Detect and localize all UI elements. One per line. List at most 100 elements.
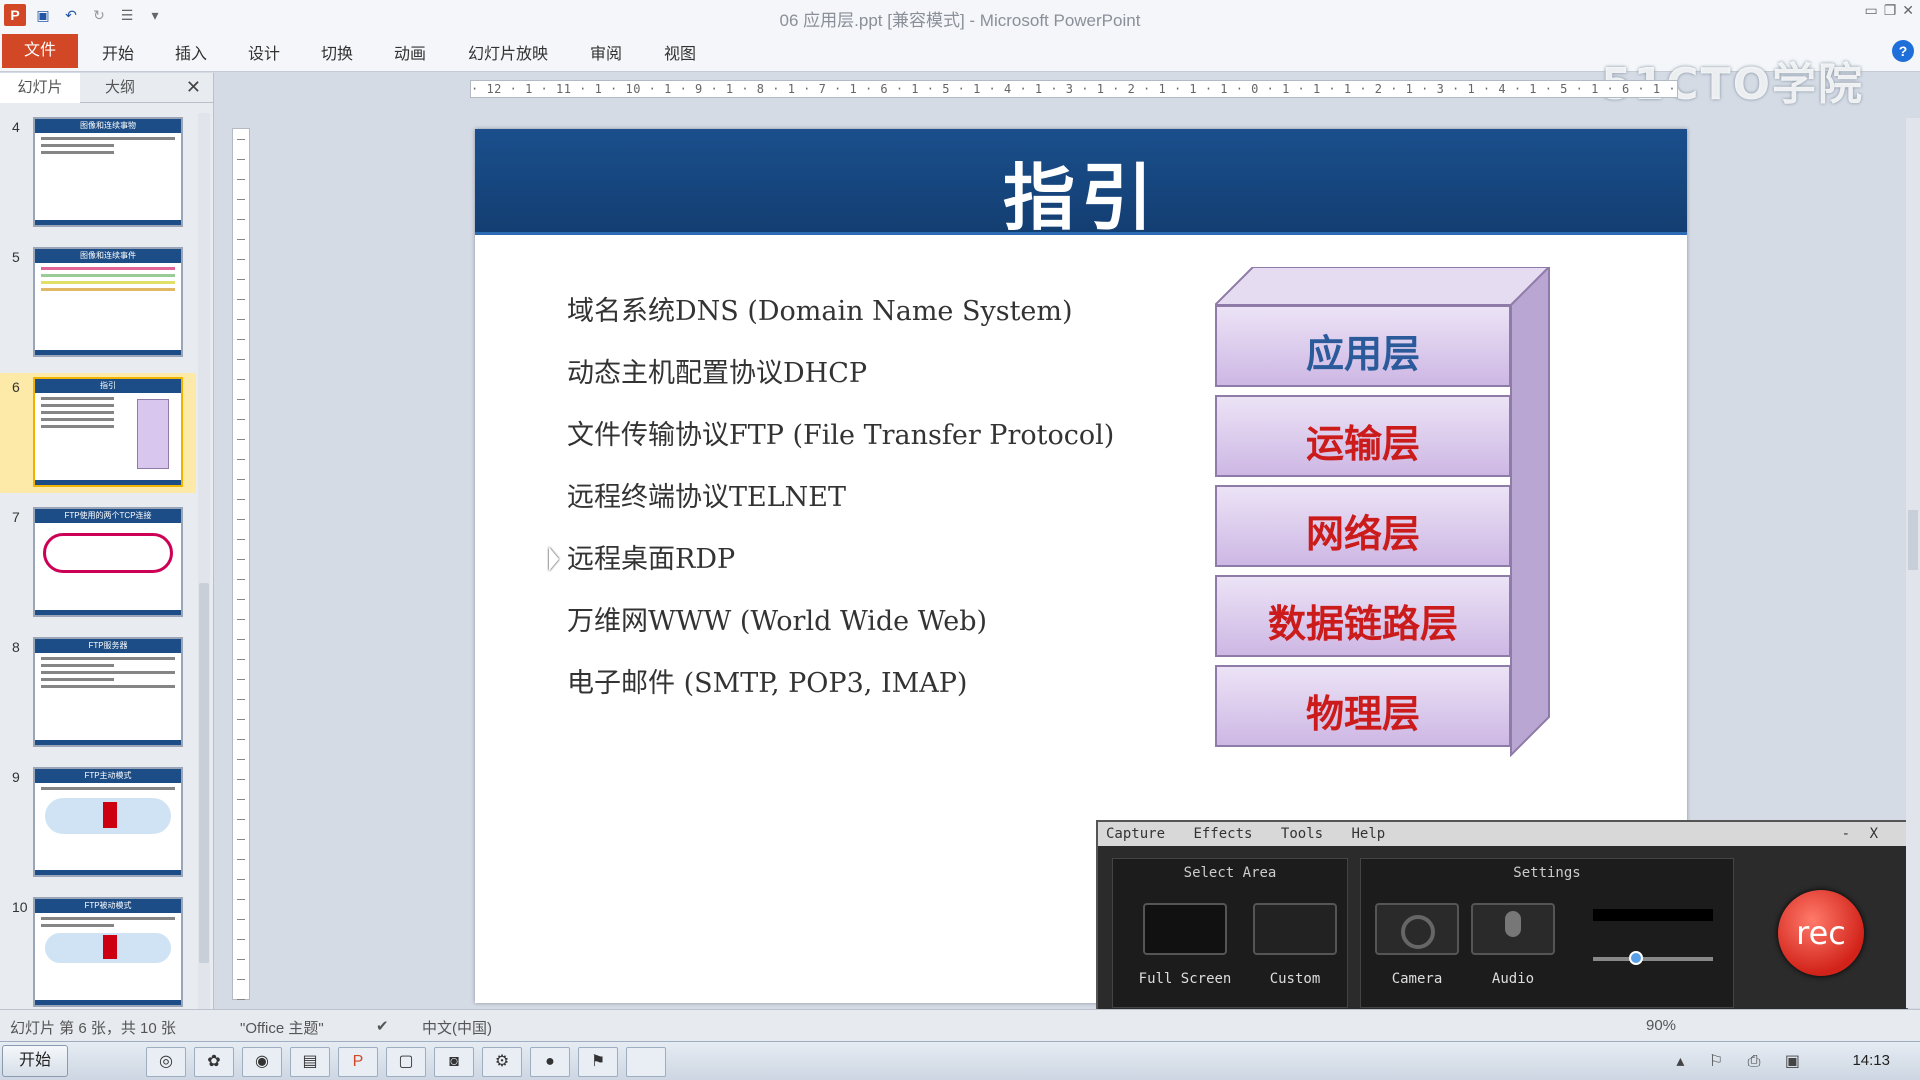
- tab-insert[interactable]: 插入: [175, 40, 207, 64]
- close-icon[interactable]: ✕: [1902, 2, 1914, 19]
- ribbon-tabs: 文件 开始 插入 设计 切换 动画 幻灯片放映 审阅 视图 51CTO学院 ?: [0, 32, 1920, 110]
- slide-number: 10: [12, 899, 28, 915]
- screen-recorder-widget: Capture Effects Tools Help - X Select Ar…: [1096, 820, 1908, 1016]
- app-icon[interactable]: ✿: [194, 1047, 234, 1077]
- slide-counter: 幻灯片 第 6 张，共 10 张: [10, 1020, 176, 1037]
- close-pane-icon[interactable]: ✕: [186, 77, 201, 98]
- slide-number: 9: [12, 769, 20, 785]
- tab-file[interactable]: 文件: [2, 34, 78, 68]
- thumbnail-title: FTP被动模式: [35, 899, 181, 913]
- recorder-taskbar-icon[interactable]: ●: [530, 1047, 570, 1077]
- slide-thumbnail-6[interactable]: 6 指引: [0, 373, 196, 493]
- restore-icon[interactable]: ❐: [1884, 2, 1897, 19]
- title-bar: P ▣ ↶ ↻ ☰ ▾ 06 应用层.ppt [兼容模式] - Microsof…: [0, 0, 1920, 32]
- full-screen-label: Full Screen: [1138, 971, 1232, 987]
- tab-outline[interactable]: 大纲: [80, 73, 160, 103]
- clock: 14:13: [1852, 1052, 1890, 1069]
- custom-label: Custom: [1269, 971, 1321, 987]
- list-item: 远程终端协议TELNET: [567, 482, 846, 513]
- slide-thumbnail-image: FTP主动模式: [33, 767, 183, 877]
- audio-button[interactable]: [1471, 903, 1555, 955]
- tab-animations[interactable]: 动画: [394, 40, 426, 64]
- folder-icon[interactable]: ▤: [290, 1047, 330, 1077]
- slide-thumbnail-image: 图像和连续事件: [33, 247, 183, 357]
- ruler-tick: [237, 759, 245, 760]
- ie-icon[interactable]: ◎: [146, 1047, 186, 1077]
- thumbnail-scrollbar[interactable]: [198, 113, 210, 1009]
- ruler-tick: [237, 799, 245, 800]
- recorder-minimize-icon[interactable]: -: [1842, 822, 1850, 846]
- record-button[interactable]: rec: [1778, 890, 1864, 976]
- tab-review[interactable]: 审阅: [590, 40, 622, 64]
- blank-task-icon[interactable]: [626, 1047, 666, 1077]
- menu-tools[interactable]: Tools: [1281, 826, 1323, 842]
- help-icon[interactable]: ?: [1892, 40, 1914, 62]
- zoom-level[interactable]: 90%: [1646, 1017, 1676, 1034]
- slide-thumbnail-7[interactable]: 7 FTP使用的两个TCP连接: [0, 503, 196, 623]
- layer-label: 网络层: [1305, 512, 1420, 556]
- ruler-tick: [237, 659, 245, 660]
- slide-thumbnail-image: FTP使用的两个TCP连接: [33, 507, 183, 617]
- ruler-tick: [237, 379, 245, 380]
- ruler-tick: [237, 839, 245, 840]
- full-screen-button[interactable]: [1143, 903, 1227, 955]
- media-icon[interactable]: ◙: [434, 1047, 474, 1077]
- network-tool-icon[interactable]: ⚙: [482, 1047, 522, 1077]
- minimize-icon[interactable]: ▭: [1864, 2, 1877, 19]
- slide-thumbnail-8[interactable]: 8 FTP服务器: [0, 633, 196, 753]
- start-button[interactable]: 开始: [2, 1045, 68, 1077]
- camera-label: Camera: [1391, 971, 1443, 987]
- tool-icon[interactable]: ⚑: [578, 1047, 618, 1077]
- slide-scrollbar[interactable]: [1906, 118, 1920, 1008]
- mouse-cursor-icon: [549, 547, 559, 571]
- powerpoint-taskbar-icon[interactable]: P: [338, 1047, 378, 1077]
- tab-design[interactable]: 设计: [248, 40, 280, 64]
- tab-transitions[interactable]: 切换: [321, 40, 353, 64]
- tab-home[interactable]: 开始: [102, 40, 134, 64]
- slide-thumbnail-4[interactable]: 4 图像和连续事物: [0, 113, 196, 233]
- layer-label: 物理层: [1305, 692, 1420, 736]
- thumbnail-title: FTP使用的两个TCP连接: [35, 509, 181, 523]
- ruler-tick: [237, 499, 245, 500]
- ruler-tick: [237, 859, 245, 860]
- tab-view[interactable]: 视图: [664, 40, 696, 64]
- layer-application: 应用层: [1215, 305, 1511, 387]
- slide-thumbnail-5[interactable]: 5 图像和连续事件: [0, 243, 196, 363]
- status-bar: 幻灯片 第 6 张，共 10 张 "Office 主题" ✔ 中文(中国) 90…: [0, 1009, 1920, 1041]
- custom-area-button[interactable]: [1253, 903, 1337, 955]
- language-indicator[interactable]: 中文(中国): [422, 1017, 492, 1038]
- window-icon[interactable]: ▢: [386, 1047, 426, 1077]
- slide-number: 6: [12, 379, 20, 395]
- ruler-tick: [237, 179, 245, 180]
- select-area-title: Select Area: [1183, 865, 1277, 881]
- layer-label: 应用层: [1305, 332, 1420, 376]
- volume-slider-knob[interactable]: [1629, 951, 1643, 965]
- spellcheck-icon[interactable]: ✔: [376, 1017, 389, 1035]
- tab-slideshow[interactable]: 幻灯片放映: [468, 40, 548, 64]
- system-tray[interactable]: ▴ ⚐ ⎙ ▣: [1676, 1051, 1810, 1071]
- protocol-list[interactable]: 域名系统DNS (Domain Name System) 动态主机配置协议DHC…: [567, 289, 1114, 723]
- slide-thumbnail-9[interactable]: 9 FTP主动模式: [0, 763, 196, 883]
- recorder-close-icon[interactable]: X: [1870, 822, 1878, 846]
- menu-capture[interactable]: Capture: [1106, 826, 1165, 842]
- slide-title[interactable]: 指引: [475, 139, 1687, 244]
- camera-button[interactable]: [1375, 903, 1459, 955]
- list-item: 域名系统DNS (Domain Name System): [567, 296, 1073, 327]
- chrome-icon[interactable]: ◉: [242, 1047, 282, 1077]
- volume-slider[interactable]: [1593, 951, 1713, 965]
- ruler-tick: [237, 219, 245, 220]
- tab-slides[interactable]: 幻灯片: [0, 72, 80, 103]
- slide-thumbnail-10[interactable]: 10 FTP被动模式: [0, 893, 196, 1013]
- ruler-tick: [237, 159, 245, 160]
- network-layer-stack[interactable]: 应用层 运输层 网络层 数据链路层 物理层: [1215, 267, 1565, 757]
- menu-help[interactable]: Help: [1352, 826, 1386, 842]
- ruler-tick: [237, 299, 245, 300]
- layer-transport: 运输层: [1215, 395, 1511, 477]
- ruler-tick: [237, 199, 245, 200]
- ruler-tick: [237, 459, 245, 460]
- menu-effects[interactable]: Effects: [1193, 826, 1252, 842]
- ruler-tick: [237, 919, 245, 920]
- slide-thumbnail-image: 指引: [33, 377, 183, 487]
- select-area-group: Select Area Full Screen Custom: [1112, 858, 1348, 1008]
- slide-thumbnail-image: FTP服务器: [33, 637, 183, 747]
